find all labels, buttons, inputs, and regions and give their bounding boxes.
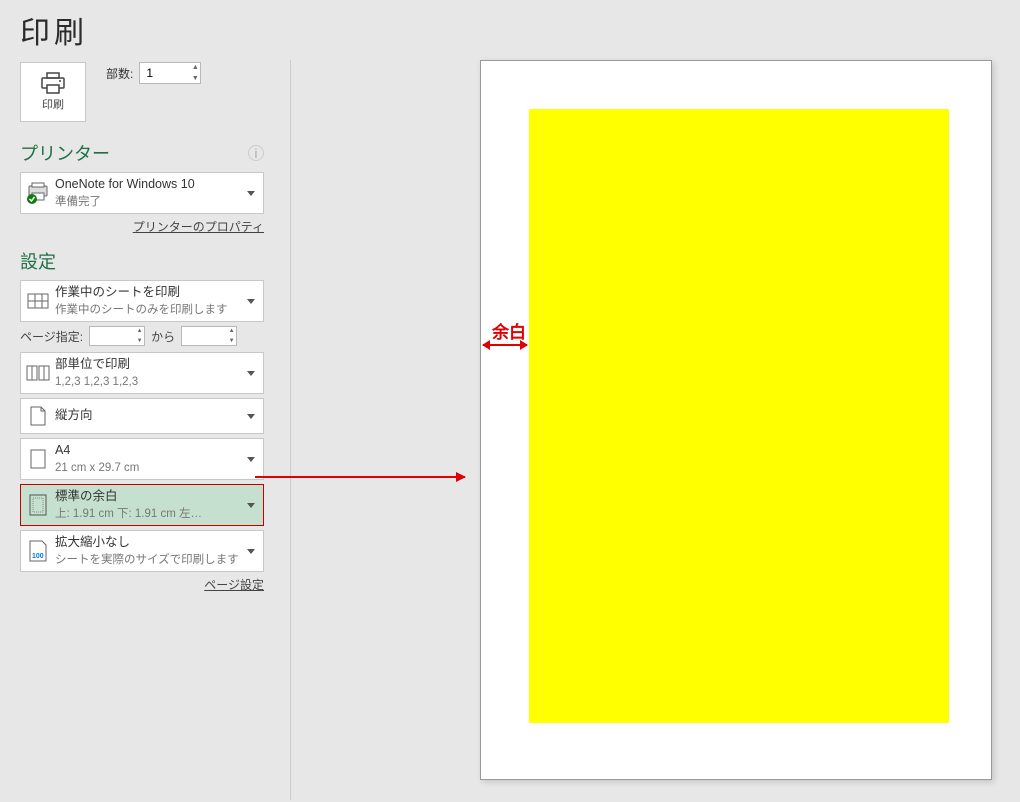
copies-label: 部数:	[106, 65, 133, 82]
page-title: 印刷	[0, 0, 1020, 52]
print-what-select[interactable]: 作業中のシートを印刷 作業中のシートのみを印刷します	[20, 280, 264, 322]
portrait-icon	[30, 406, 46, 426]
chevron-down-icon	[247, 191, 255, 196]
chevron-down-icon	[247, 503, 255, 508]
info-icon[interactable]: i	[248, 145, 264, 161]
paper-title: A4	[55, 442, 245, 460]
margin-title: 標準の余白	[55, 488, 245, 506]
page-range-row: ページ指定: ▲ ▼ から ▲ ▼	[20, 326, 264, 346]
pages-to-down[interactable]: ▼	[227, 337, 236, 345]
preview-content	[529, 109, 949, 723]
printer-name: OneNote for Windows 10	[55, 176, 245, 194]
print-button[interactable]: 印刷	[20, 62, 86, 122]
paper-size-select[interactable]: A4 21 cm x 29.7 cm	[20, 438, 264, 480]
margin-select[interactable]: 標準の余白 上: 1.91 cm 下: 1.91 cm 左…	[20, 484, 264, 526]
chevron-down-icon	[247, 457, 255, 462]
page-icon	[30, 449, 46, 469]
scaling-select[interactable]: 100 拡大縮小なし シートを実際のサイズで印刷します	[20, 530, 264, 572]
page-setup-link[interactable]: ページ設定	[204, 578, 264, 592]
grid-icon	[27, 293, 49, 309]
print-button-label: 印刷	[42, 96, 64, 112]
chevron-down-icon	[247, 549, 255, 554]
pages-to-up[interactable]: ▲	[227, 327, 236, 335]
svg-text:100: 100	[32, 553, 44, 560]
printer-section-title: プリンター	[20, 140, 110, 166]
chevron-down-icon	[247, 414, 255, 419]
chevron-down-icon	[247, 299, 255, 304]
annotation-margin-arrow	[483, 344, 527, 346]
margin-sub: 上: 1.91 cm 下: 1.91 cm 左…	[55, 506, 245, 522]
pages-from-up[interactable]: ▲	[135, 327, 144, 335]
printer-icon	[40, 72, 66, 94]
print-preview	[480, 60, 992, 780]
collate-title: 部単位で印刷	[55, 356, 245, 374]
printer-select[interactable]: OneNote for Windows 10 準備完了	[20, 172, 264, 214]
margin-icon	[29, 494, 47, 516]
collate-select[interactable]: 部単位で印刷 1,2,3 1,2,3 1,2,3	[20, 352, 264, 394]
scale-icon: 100	[29, 540, 47, 562]
collate-sub: 1,2,3 1,2,3 1,2,3	[55, 374, 245, 390]
print-what-sub: 作業中のシートのみを印刷します	[55, 302, 245, 318]
pages-from-down[interactable]: ▼	[135, 337, 144, 345]
pane-divider	[290, 60, 291, 800]
pages-to-label: から	[151, 328, 175, 345]
orientation-select[interactable]: 縦方向	[20, 398, 264, 434]
printer-properties-link[interactable]: プリンターのプロパティ	[133, 220, 264, 234]
printer-ready-icon	[26, 182, 50, 204]
pages-label: ページ指定:	[20, 328, 83, 345]
orientation-title: 縦方向	[55, 407, 245, 425]
printer-status: 準備完了	[55, 194, 245, 210]
settings-section-title: 設定	[20, 248, 56, 274]
annotation-pointer-arrow	[255, 476, 465, 478]
scale-sub: シートを実際のサイズで印刷します	[55, 552, 245, 568]
print-what-title: 作業中のシートを印刷	[55, 284, 245, 302]
copies-decrease-button[interactable]: ▼	[190, 74, 200, 83]
copies-increase-button[interactable]: ▲	[190, 63, 200, 72]
paper-sub: 21 cm x 29.7 cm	[55, 460, 245, 476]
chevron-down-icon	[247, 371, 255, 376]
collate-icon	[26, 364, 50, 382]
scale-title: 拡大縮小なし	[55, 534, 245, 552]
